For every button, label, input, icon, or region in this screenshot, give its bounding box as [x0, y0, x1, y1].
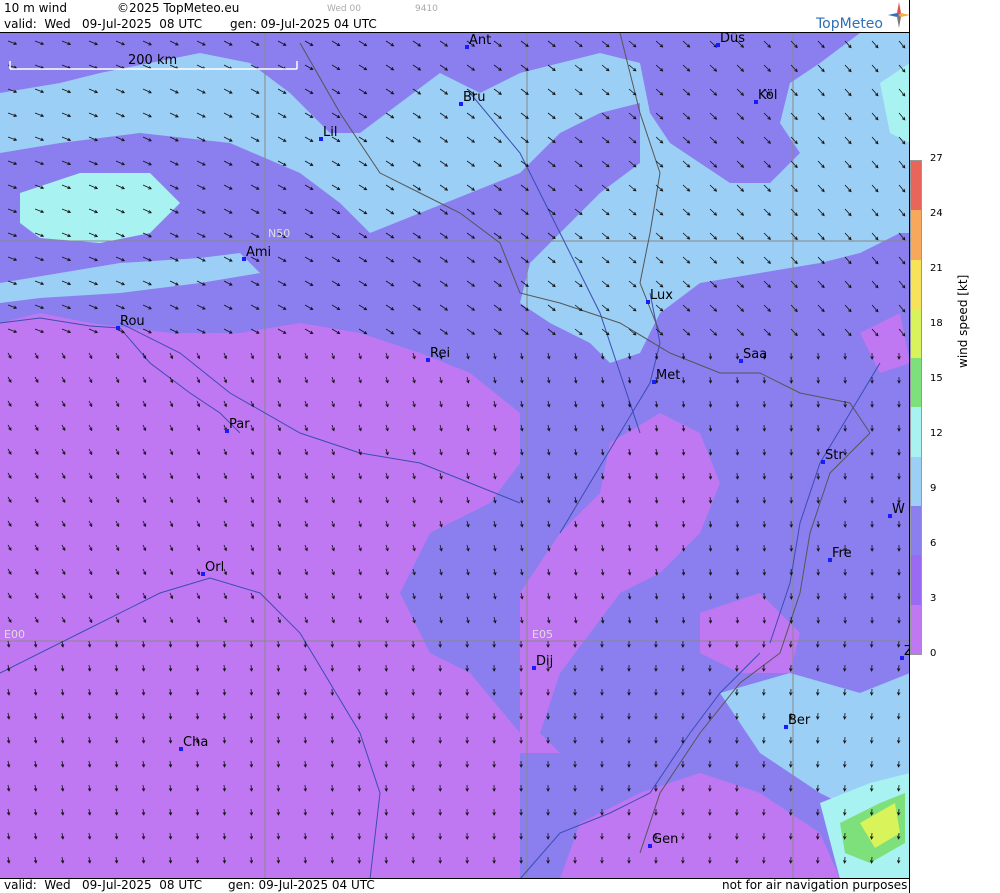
city-label: Saa — [743, 347, 767, 362]
city-label: Cha — [183, 735, 208, 750]
legend-tick-label: 6 — [930, 538, 937, 549]
city-label: Ami — [246, 245, 271, 260]
city-label: Par — [229, 417, 250, 432]
city-marker: Köl — [754, 88, 777, 104]
small-time-label: Wed 00 — [327, 4, 361, 14]
city-label: Orl — [205, 560, 224, 575]
grid-label-lon5: E05 — [532, 628, 553, 641]
legend-swatch — [911, 210, 921, 260]
city-label: Ant — [469, 33, 491, 48]
scale-bar-label: 200 km — [128, 53, 177, 68]
city-label: Bru — [463, 90, 486, 105]
legend-swatch — [911, 456, 921, 507]
city-label: Düs — [720, 33, 745, 46]
legend-tick-label: 3 — [930, 593, 937, 604]
city-marker: Met — [652, 368, 680, 384]
product-title: 10 m wind — [4, 1, 67, 15]
footer-generated-time: gen: 09-Jul-2025 04 UTC — [228, 878, 375, 892]
valid-time: valid: Wed 09-Jul-2025 08 UTC — [4, 17, 203, 31]
city-marker: Bru — [459, 90, 486, 106]
legend-swatch — [911, 308, 921, 359]
city-label: Lil — [323, 125, 337, 140]
city-marker: Ant — [465, 33, 491, 49]
legend-tick-label: 9 — [930, 483, 937, 494]
legend-tick-label: 12 — [930, 428, 943, 439]
brand-name: TopMeteo — [816, 16, 883, 32]
city-marker: Rou — [116, 314, 145, 330]
city-label: Gen — [652, 832, 678, 847]
legend-swatch — [911, 506, 921, 556]
city-marker: Str — [821, 448, 844, 464]
compass-logo-icon — [888, 2, 910, 28]
city-marker: Düs — [716, 33, 745, 47]
city-label: Str — [825, 448, 844, 463]
legend-swatch — [911, 259, 921, 309]
city-marker: Lux — [646, 288, 673, 304]
city-label: Lux — [650, 288, 673, 303]
city-label: W — [892, 502, 905, 517]
city-marker: Cha — [179, 735, 208, 751]
legend-swatch — [911, 161, 921, 211]
city-marker: Orl — [201, 560, 224, 576]
legend-tick-label: 18 — [930, 318, 943, 329]
city-label: Rei — [430, 346, 450, 361]
city-label: Köl — [758, 88, 777, 103]
footer-valid-time: valid: Wed 09-Jul-2025 08 UTC — [4, 878, 203, 892]
grid-label-lon0: E00 — [4, 628, 25, 641]
legend-color-bar — [910, 160, 922, 655]
city-marker: Fre — [828, 546, 852, 562]
city-marker: Rei — [426, 346, 450, 362]
copyright: ©2025 TopMeteo.eu — [117, 1, 240, 15]
city-label: Fre — [832, 546, 852, 561]
city-label: Rou — [120, 314, 145, 329]
city-marker: Gen — [648, 832, 678, 848]
city-marker: Ami — [242, 245, 271, 261]
legend-swatch — [911, 407, 921, 457]
legend-tick-label: 0 — [930, 648, 937, 659]
wind-map: 200 km N50 E00 E05 Ant Düs Bru Köl Lil Ami Lux… — [0, 33, 910, 879]
generated-time: gen: 09-Jul-2025 04 UTC — [230, 17, 377, 31]
city-marker: Par — [225, 417, 250, 433]
city-marker: Saa — [739, 347, 767, 363]
city-label: Ber — [788, 713, 811, 728]
city-label: Met — [656, 368, 680, 383]
legend-title: wind speed [kt] — [956, 274, 970, 368]
legend-tick-label: 24 — [930, 208, 943, 219]
legend-tick-label: 15 — [930, 373, 943, 384]
small-id-label: 9410 — [415, 4, 438, 14]
legend-tick-label: 27 — [930, 153, 943, 164]
footer-notice: not for air navigation purposes — [722, 878, 908, 892]
city-marker: Dij — [532, 654, 553, 670]
legend-swatch — [911, 555, 921, 605]
grid-label-lat50: N50 — [268, 227, 290, 240]
legend-swatch — [911, 358, 921, 408]
legend-tick-label: 21 — [930, 263, 943, 274]
city-marker: Ber — [784, 713, 811, 729]
legend-swatch — [911, 604, 921, 654]
city-label: Dij — [536, 654, 553, 669]
